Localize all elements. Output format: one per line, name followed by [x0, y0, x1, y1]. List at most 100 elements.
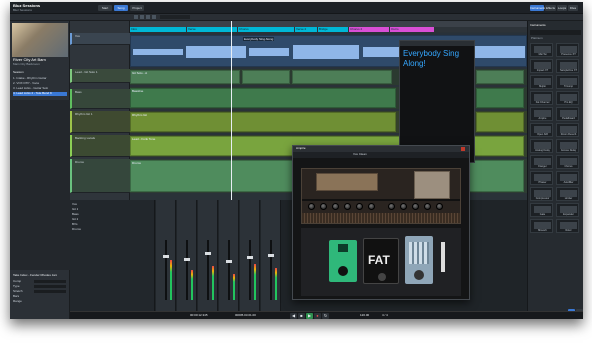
plugin-tile[interactable]: Pro EQ	[556, 91, 579, 105]
amp-knob[interactable]	[320, 203, 327, 210]
tempo-display[interactable]: 120.00	[360, 314, 369, 317]
arranger-section[interactable]: Intro	[130, 27, 186, 32]
session-row-selected[interactable]: 4. Lead Licks 2 - Tele Bend 9	[13, 92, 67, 96]
footer-input[interactable]	[34, 285, 66, 288]
fader-handle[interactable]	[247, 256, 253, 259]
quantize-selector[interactable]	[160, 15, 190, 19]
amp-knob[interactable]	[368, 203, 375, 210]
footswitch[interactable]	[338, 266, 348, 276]
fader-handle[interactable]	[184, 258, 190, 261]
amp-knob[interactable]	[400, 203, 407, 210]
arranger-section[interactable]: Chorus 2	[349, 27, 389, 32]
arranger-section[interactable]: Bridge	[318, 27, 348, 32]
tab-project[interactable]: Project	[130, 5, 144, 11]
fader-handle[interactable]	[226, 260, 232, 263]
channel-strip[interactable]	[261, 200, 281, 311]
footer-input[interactable]	[34, 290, 66, 293]
session-row[interactable]: 2. VOX DTP - Vocal	[13, 82, 39, 86]
plugin-tile[interactable]: Open AIR	[530, 123, 553, 137]
plugin-tile[interactable]: Compressor	[530, 187, 553, 201]
plugin-tile[interactable]: Tricomp	[556, 75, 579, 89]
plugin-tile[interactable]: Autofilter	[556, 171, 579, 185]
audio-event[interactable]: Bassline	[130, 88, 396, 108]
plugin-tile[interactable]: Limiter	[556, 187, 579, 201]
track-header[interactable]: Vox	[70, 33, 130, 45]
fat-pedal[interactable]: FAT	[363, 238, 399, 284]
eraser-tool-icon[interactable]	[152, 15, 156, 19]
channel-strip[interactable]	[156, 200, 176, 311]
audio-event[interactable]: Rhythm Git	[130, 112, 396, 132]
track-header[interactable]: Drums	[70, 159, 130, 193]
audio-event[interactable]	[242, 70, 290, 84]
plugin-tile[interactable]: Fat Channel	[530, 91, 553, 105]
time-signature[interactable]: 4 / 4	[382, 314, 388, 317]
amp-knob[interactable]	[412, 203, 419, 210]
channel-strip[interactable]	[219, 200, 239, 311]
track-header[interactable]: Backing vocals	[70, 135, 130, 157]
audio-event[interactable]	[476, 112, 524, 132]
plugin-tile[interactable]: Rotor	[556, 219, 579, 233]
fader-handle[interactable]	[163, 255, 169, 258]
amp-knob[interactable]	[424, 203, 431, 210]
plugin-tile[interactable]: Gate	[530, 203, 553, 217]
fader-handle[interactable]	[205, 252, 211, 255]
tab-start[interactable]: Start	[98, 5, 112, 11]
arranger-section[interactable]: Chorus	[238, 27, 294, 32]
arrow-tool-icon[interactable]	[134, 15, 138, 19]
plugin-tile[interactable]: SampleOne XT	[556, 59, 579, 73]
arranger-section[interactable]: Outro	[390, 27, 434, 32]
channel-list-item[interactable]: BVs	[72, 223, 78, 226]
tab-song[interactable]: Song	[114, 5, 128, 11]
plugin-tile[interactable]: Mojito	[530, 75, 553, 89]
track-header[interactable]: Rhythm Git 1	[70, 111, 130, 133]
tab-loops[interactable]: Loops	[557, 5, 567, 11]
browser-search-input[interactable]	[530, 30, 581, 35]
footswitch[interactable]	[378, 273, 386, 281]
audio-event[interactable]	[476, 88, 524, 108]
footswitch[interactable]	[414, 270, 424, 280]
ampire-plugin-window[interactable]: Ampire Vox Clean FAT	[292, 145, 470, 300]
session-row[interactable]: 1. Intake - Rhythm Guitar	[13, 77, 47, 81]
arranger-section[interactable]: Verse	[187, 27, 237, 32]
distortion-pedal[interactable]	[329, 240, 357, 282]
plugin-tile[interactable]: Phaser	[530, 171, 553, 185]
channel-list-item[interactable]: Git 1	[72, 208, 78, 211]
split-tool-icon[interactable]	[146, 15, 150, 19]
close-icon[interactable]	[461, 147, 465, 151]
amp-knob[interactable]	[388, 203, 395, 210]
plugin-tile[interactable]: Mixverb	[530, 219, 553, 233]
preset-name[interactable]: Vox Clean	[353, 153, 367, 156]
record-icon[interactable]: ●	[314, 313, 321, 319]
channel-list-item[interactable]: Git 2	[72, 218, 78, 221]
loop-icon[interactable]: ↻	[322, 313, 329, 319]
track-header[interactable]: Lead - Git Solo 1	[70, 69, 130, 83]
plugin-tile[interactable]: Analog Delay	[530, 139, 553, 153]
channel-strip[interactable]	[198, 200, 218, 311]
plugin-tile[interactable]: Presence XT	[556, 43, 579, 57]
plugin-tile[interactable]: Pedalboard	[556, 107, 579, 121]
track-header[interactable]: Bass	[70, 89, 130, 109]
plugin-tile[interactable]: Ampire	[530, 107, 553, 121]
rewind-icon[interactable]: ◀	[290, 313, 297, 319]
amp-knob[interactable]	[344, 203, 351, 210]
amp-knob[interactable]	[436, 203, 443, 210]
audio-event[interactable]	[476, 70, 524, 84]
amp-knob[interactable]	[356, 203, 363, 210]
tab-instruments[interactable]: Instruments	[530, 5, 546, 11]
plugin-tile[interactable]: Expander	[556, 203, 579, 217]
channel-list-item[interactable]: Drums	[72, 228, 81, 231]
range-tool-icon[interactable]	[140, 15, 144, 19]
amp-knob[interactable]	[332, 203, 339, 210]
channel-strip[interactable]	[177, 200, 197, 311]
play-icon[interactable]: ▶	[306, 313, 313, 319]
delay-pedal[interactable]	[405, 236, 433, 284]
stop-icon[interactable]: ■	[298, 313, 305, 319]
tab-files[interactable]: Files	[568, 5, 578, 11]
plugin-tile[interactable]: Flanger	[530, 155, 553, 169]
plugin-tile[interactable]: Impact XT	[530, 59, 553, 73]
tab-effects[interactable]: Effects	[545, 5, 556, 11]
audio-event[interactable]	[292, 70, 392, 84]
plugin-tile[interactable]: Mai Tai	[530, 43, 553, 57]
plugin-tile[interactable]: Groove Delay	[556, 139, 579, 153]
channel-strip[interactable]	[240, 200, 260, 311]
